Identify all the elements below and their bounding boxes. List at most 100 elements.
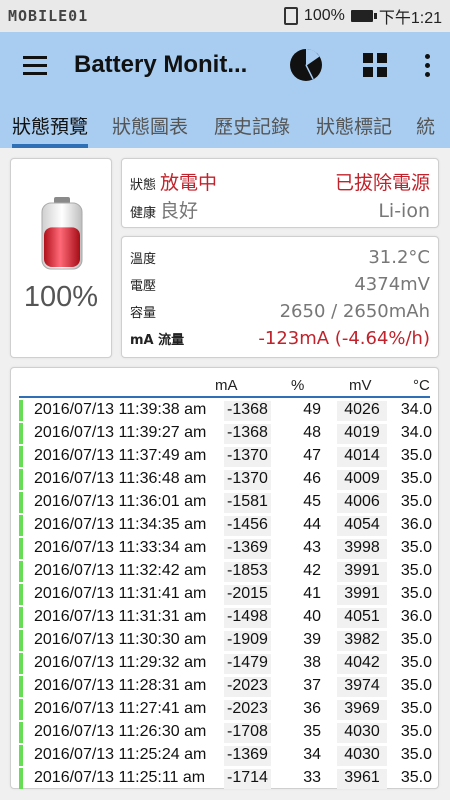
status-value: 放電中 [160,172,218,194]
history-table[interactable]: mA % mV °C 2016/07/13 11:39:38 am -1368 49… [10,367,439,789]
header-celsius: °C [413,377,430,394]
table-row[interactable]: 2016/07/13 11:37:49 am -1370 47 4014 35.0 [19,445,432,468]
table-row[interactable]: 2016/07/13 11:30:30 am -1909 39 3982 35.0 [19,629,432,652]
table-row[interactable]: 2016/07/13 11:26:30 am -1708 35 4030 35.0 [19,721,432,744]
row-temperature: 34.0 [400,401,432,418]
table-row[interactable]: 2016/07/13 11:36:48 am -1370 46 4009 35.0 [19,468,432,491]
table-row[interactable]: 2016/07/13 11:27:41 am -2023 36 3969 35.0 [19,698,432,721]
grid-view-icon[interactable] [363,53,387,77]
row-current: -1708 [224,723,271,743]
header-ma: mA [215,377,238,394]
row-temperature: 35.0 [400,746,432,763]
row-temperature: 35.0 [400,585,432,602]
row-temperature: 35.0 [400,562,432,579]
current-value: -123mA (-4.64%/h) [258,328,430,349]
row-temperature: 35.0 [400,447,432,464]
row-current: -1498 [224,608,271,628]
app-title: Battery Monit... [74,51,248,78]
capacity-value: 2650 / 2650mAh [279,301,430,322]
status-battery-percent: 100% [303,7,345,24]
row-voltage: 3961 [337,769,387,789]
table-row[interactable]: 2016/07/13 11:34:35 am -1456 44 4054 36.0 [19,514,432,537]
row-status-marker [19,653,23,674]
tab-bar: 狀態預覽 狀態圖表 歷史記錄 狀態標記 統 [0,98,450,148]
row-status-marker [19,745,23,766]
battery-level-text: 100% [23,281,99,313]
tab-charts[interactable]: 狀態圖表 [112,98,188,148]
tab-stats[interactable]: 統 [416,98,435,148]
health-value: 良好 [160,200,199,222]
row-timestamp: 2016/07/13 11:30:30 am [34,631,207,648]
status-card: 狀態 放電中 已拔除電源 健康 良好 Li-ion [121,158,439,228]
table-row[interactable]: 2016/07/13 11:25:24 am -1369 34 4030 35.0 [19,744,432,767]
menu-icon[interactable] [10,32,60,98]
row-percent: 36 [303,700,321,717]
table-row[interactable]: 2016/07/13 11:33:34 am -1369 43 3998 35.0 [19,537,432,560]
row-temperature: 36.0 [400,608,432,625]
row-voltage: 4026 [337,401,387,421]
power-source-value: 已拔除電源 [334,172,430,194]
row-status-marker [19,607,23,628]
pie-chart-icon[interactable] [289,48,323,82]
battery-card: 100% [10,158,112,358]
row-voltage: 3974 [337,677,387,697]
voltage-label: 電壓 [130,279,157,294]
info-card: 溫度 31.2°C 電壓 4374mV 容量 2650 / 2650mAh mA… [121,236,439,358]
table-row[interactable]: 2016/07/13 11:31:31 am -1498 40 4051 36.0 [19,606,432,629]
row-timestamp: 2016/07/13 11:33:34 am [34,539,207,556]
status-bar: MOBILE01 100% 下午1:21 [0,0,450,32]
temperature-value: 31.2°C [368,247,430,268]
row-voltage: 4006 [337,493,387,513]
row-current: -1370 [224,470,271,490]
row-percent: 46 [303,470,321,487]
row-status-marker [19,561,23,582]
row-voltage: 3969 [337,700,387,720]
tab-overview[interactable]: 狀態預覽 [12,98,89,148]
row-timestamp: 2016/07/13 11:39:38 am [34,401,207,418]
table-row[interactable]: 2016/07/13 11:29:32 am -1479 38 4042 35.0 [19,652,432,675]
row-temperature: 35.0 [400,654,432,671]
row-current: -1714 [224,769,271,789]
tab-markers[interactable]: 狀態標記 [316,98,392,148]
row-current: -1853 [224,562,271,582]
row-temperature: 35.0 [400,539,432,556]
row-status-marker [19,699,23,720]
table-row[interactable]: 2016/07/13 11:25:11 am -1714 33 3961 35.0 [19,767,432,790]
row-temperature: 35.0 [400,470,432,487]
row-voltage: 3991 [337,562,387,582]
table-row[interactable]: 2016/07/13 11:39:27 am -1368 48 4019 34.0 [19,422,432,445]
capacity-label: 容量 [130,306,157,321]
row-timestamp: 2016/07/13 11:34:35 am [34,516,207,533]
row-current: -1456 [224,516,271,536]
table-row[interactable]: 2016/07/13 11:31:41 am -2015 41 3991 35.0 [19,583,432,606]
row-timestamp: 2016/07/13 11:28:31 am [34,677,207,694]
status-row: 狀態 放電中 已拔除電源 [130,168,430,195]
temperature-label: 溫度 [130,252,157,267]
table-row[interactable]: 2016/07/13 11:39:38 am -1368 49 4026 34.0 [19,399,432,422]
row-current: -1370 [224,447,271,467]
row-current: -1581 [224,493,271,513]
row-voltage: 4019 [337,424,387,444]
row-percent: 33 [303,769,321,786]
row-temperature: 35.0 [400,493,432,510]
table-row[interactable]: 2016/07/13 11:36:01 am -1581 45 4006 35.0 [19,491,432,514]
header-percent: % [291,377,305,394]
row-current: -1369 [224,539,271,559]
row-percent: 41 [303,585,321,602]
more-options-icon[interactable] [425,53,430,77]
row-timestamp: 2016/07/13 11:31:41 am [34,585,207,602]
tab-history[interactable]: 歷史記錄 [214,98,290,148]
row-temperature: 35.0 [400,677,432,694]
table-row[interactable]: 2016/07/13 11:28:31 am -2023 37 3974 35.0 [19,675,432,698]
table-row[interactable]: 2016/07/13 11:32:42 am -1853 42 3991 35.0 [19,560,432,583]
row-temperature: 36.0 [400,516,432,533]
row-voltage: 4030 [337,746,387,766]
row-temperature: 35.0 [400,769,432,786]
row-voltage: 4054 [337,516,387,536]
row-percent: 47 [303,447,321,464]
row-current: -1368 [224,401,271,421]
battery-icon [350,10,377,22]
row-current: -2023 [224,677,271,697]
status-bar-logo: MOBILE01 [8,7,89,25]
row-timestamp: 2016/07/13 11:36:48 am [34,470,207,487]
